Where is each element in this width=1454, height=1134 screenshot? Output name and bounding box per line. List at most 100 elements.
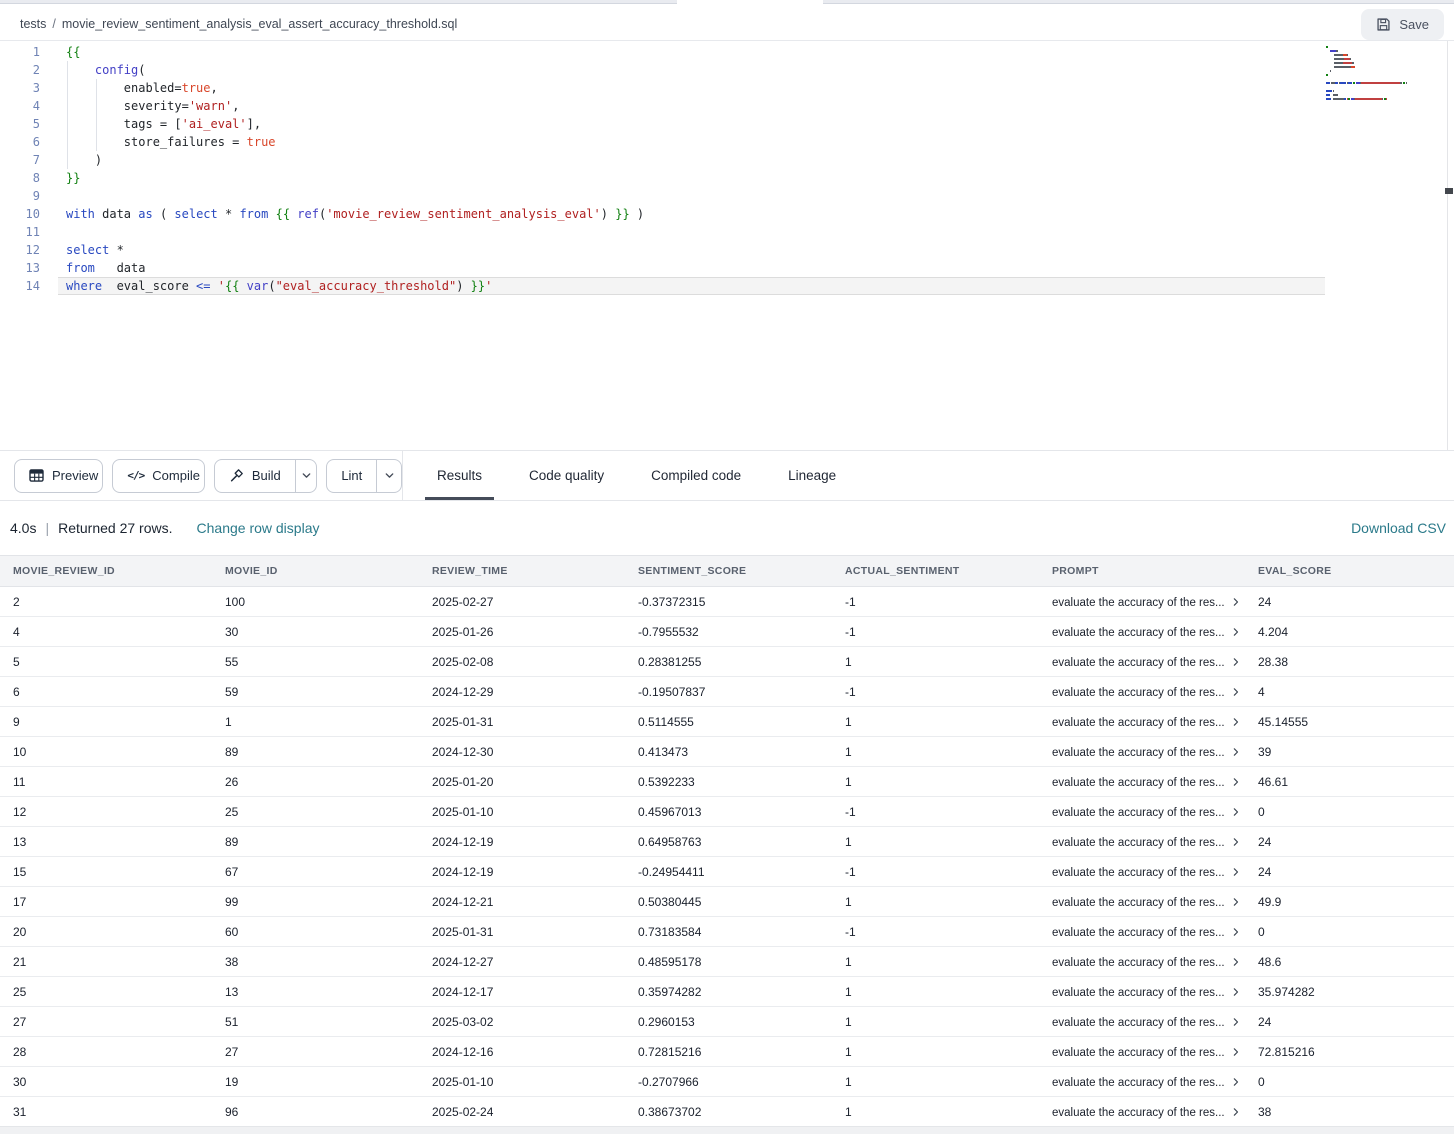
- lint-dropdown-toggle[interactable]: [376, 460, 401, 492]
- cell-movie-review-id: 27: [0, 1007, 212, 1037]
- chevron-right-icon[interactable]: [1231, 627, 1241, 637]
- horizontal-scrollbar[interactable]: [0, 1126, 1454, 1134]
- column-header[interactable]: ACTUAL_SENTIMENT: [832, 556, 1039, 587]
- chevron-right-icon[interactable]: [1231, 867, 1241, 877]
- chevron-right-icon[interactable]: [1231, 897, 1241, 907]
- line-number: 7: [0, 151, 58, 169]
- compile-button[interactable]: </> Compile: [112, 459, 204, 493]
- chevron-right-icon[interactable]: [1231, 1047, 1241, 1057]
- table-row: 31962025-02-240.386737021evaluate the ac…: [0, 1097, 1454, 1127]
- code-line[interactable]: 10with data as ( select * from {{ ref('m…: [0, 205, 1454, 223]
- code-editor[interactable]: 1{{2 config(3 enabled=true,4 severity='w…: [0, 41, 1454, 450]
- code-line[interactable]: 5 tags = ['ai_eval'],: [0, 115, 1454, 133]
- editor-scrollbar-thumb[interactable]: [1445, 188, 1453, 194]
- lint-button[interactable]: Lint: [327, 460, 376, 492]
- cell-movie-review-id: 10: [0, 737, 212, 767]
- cell-prompt[interactable]: evaluate the accuracy of the res...: [1039, 707, 1245, 737]
- cell-review-time: 2024-12-29: [419, 677, 625, 707]
- code-line[interactable]: 4 severity='warn',: [0, 97, 1454, 115]
- cell-actual-sentiment: 1: [832, 1007, 1039, 1037]
- code-line-text: ): [58, 151, 102, 169]
- column-header[interactable]: MOVIE_ID: [212, 556, 419, 587]
- column-header[interactable]: MOVIE_REVIEW_ID: [0, 556, 212, 587]
- code-line[interactable]: 14where eval_score <= '{{ var("eval_accu…: [0, 277, 1454, 295]
- cell-prompt[interactable]: evaluate the accuracy of the res...: [1039, 1037, 1245, 1067]
- column-header[interactable]: PROMPT: [1039, 556, 1245, 587]
- chevron-right-icon[interactable]: [1231, 1107, 1241, 1117]
- cell-prompt[interactable]: evaluate the accuracy of the res...: [1039, 857, 1245, 887]
- tab-results[interactable]: Results: [432, 451, 487, 500]
- cell-prompt[interactable]: evaluate the accuracy of the res...: [1039, 827, 1245, 857]
- breadcrumb-filename[interactable]: movie_review_sentiment_analysis_eval_ass…: [62, 17, 457, 31]
- code-line[interactable]: 2 config(: [0, 61, 1454, 79]
- cell-prompt[interactable]: evaluate the accuracy of the res...: [1039, 1097, 1245, 1127]
- chevron-right-icon[interactable]: [1231, 777, 1241, 787]
- cell-prompt[interactable]: evaluate the accuracy of the res...: [1039, 1067, 1245, 1097]
- column-header[interactable]: REVIEW_TIME: [419, 556, 625, 587]
- status-bar: 4.0s | Returned 27 rows. Change row disp…: [0, 501, 1454, 555]
- cell-eval-score: 49.9: [1245, 887, 1454, 917]
- chevron-right-icon[interactable]: [1231, 657, 1241, 667]
- cell-prompt[interactable]: evaluate the accuracy of the res...: [1039, 617, 1245, 647]
- column-header[interactable]: SENTIMENT_SCORE: [625, 556, 832, 587]
- chevron-right-icon[interactable]: [1231, 597, 1241, 607]
- query-duration: 4.0s: [10, 520, 36, 536]
- code-line[interactable]: 8}}: [0, 169, 1454, 187]
- chevron-right-icon[interactable]: [1231, 747, 1241, 757]
- code-line[interactable]: 1{{: [0, 43, 1454, 61]
- code-line[interactable]: 12select *: [0, 241, 1454, 259]
- cell-movie-id: 55: [212, 647, 419, 677]
- cell-prompt[interactable]: evaluate the accuracy of the res...: [1039, 1007, 1245, 1037]
- cell-sentiment-score: -0.7955532: [625, 617, 832, 647]
- code-line[interactable]: 7 ): [0, 151, 1454, 169]
- build-dropdown-toggle[interactable]: [295, 460, 317, 492]
- code-line[interactable]: 13from data: [0, 259, 1454, 277]
- preview-button[interactable]: Preview: [14, 459, 103, 493]
- cell-movie-id: 51: [212, 1007, 419, 1037]
- chevron-right-icon[interactable]: [1231, 1017, 1241, 1027]
- code-line[interactable]: 9: [0, 187, 1454, 205]
- cell-review-time: 2024-12-19: [419, 857, 625, 887]
- change-row-display-link[interactable]: Change row display: [197, 520, 320, 536]
- cell-prompt[interactable]: evaluate the accuracy of the res...: [1039, 647, 1245, 677]
- chevron-right-icon[interactable]: [1231, 957, 1241, 967]
- chevron-right-icon[interactable]: [1231, 807, 1241, 817]
- tab-lineage[interactable]: Lineage: [783, 451, 841, 500]
- minimap[interactable]: [1326, 46, 1438, 102]
- cell-actual-sentiment: -1: [832, 857, 1039, 887]
- table-grid-icon: [29, 469, 44, 482]
- prompt-text: evaluate the accuracy of the res...: [1052, 837, 1225, 849]
- chevron-right-icon[interactable]: [1231, 987, 1241, 997]
- cell-eval-score: 4.204: [1245, 617, 1454, 647]
- save-button[interactable]: Save: [1361, 9, 1444, 40]
- breadcrumb-root[interactable]: tests: [20, 17, 46, 31]
- cell-sentiment-score: 0.38673702: [625, 1097, 832, 1127]
- chevron-right-icon[interactable]: [1231, 717, 1241, 727]
- build-button[interactable]: Build: [215, 460, 295, 492]
- code-line[interactable]: 11: [0, 223, 1454, 241]
- cell-review-time: 2024-12-21: [419, 887, 625, 917]
- cell-movie-id: 19: [212, 1067, 419, 1097]
- line-number: 4: [0, 97, 58, 115]
- tab-code-quality[interactable]: Code quality: [524, 451, 609, 500]
- chevron-right-icon[interactable]: [1231, 1077, 1241, 1087]
- code-line[interactable]: 6 store_failures = true: [0, 133, 1454, 151]
- cell-movie-review-id: 31: [0, 1097, 212, 1127]
- cell-prompt[interactable]: evaluate the accuracy of the res...: [1039, 887, 1245, 917]
- download-csv-link[interactable]: Download CSV: [1351, 520, 1446, 536]
- cell-prompt[interactable]: evaluate the accuracy of the res...: [1039, 737, 1245, 767]
- chevron-right-icon[interactable]: [1231, 927, 1241, 937]
- table-row: 27512025-03-020.29601531evaluate the acc…: [0, 1007, 1454, 1037]
- cell-prompt[interactable]: evaluate the accuracy of the res...: [1039, 977, 1245, 1007]
- cell-prompt[interactable]: evaluate the accuracy of the res...: [1039, 797, 1245, 827]
- cell-prompt[interactable]: evaluate the accuracy of the res...: [1039, 767, 1245, 797]
- tab-compiled-code[interactable]: Compiled code: [646, 451, 746, 500]
- cell-prompt[interactable]: evaluate the accuracy of the res...: [1039, 947, 1245, 977]
- cell-prompt[interactable]: evaluate the accuracy of the res...: [1039, 677, 1245, 707]
- column-header[interactable]: EVAL_SCORE: [1245, 556, 1454, 587]
- chevron-right-icon[interactable]: [1231, 687, 1241, 697]
- code-line[interactable]: 3 enabled=true,: [0, 79, 1454, 97]
- chevron-right-icon[interactable]: [1231, 837, 1241, 847]
- cell-prompt[interactable]: evaluate the accuracy of the res...: [1039, 917, 1245, 947]
- cell-prompt[interactable]: evaluate the accuracy of the res...: [1039, 587, 1245, 617]
